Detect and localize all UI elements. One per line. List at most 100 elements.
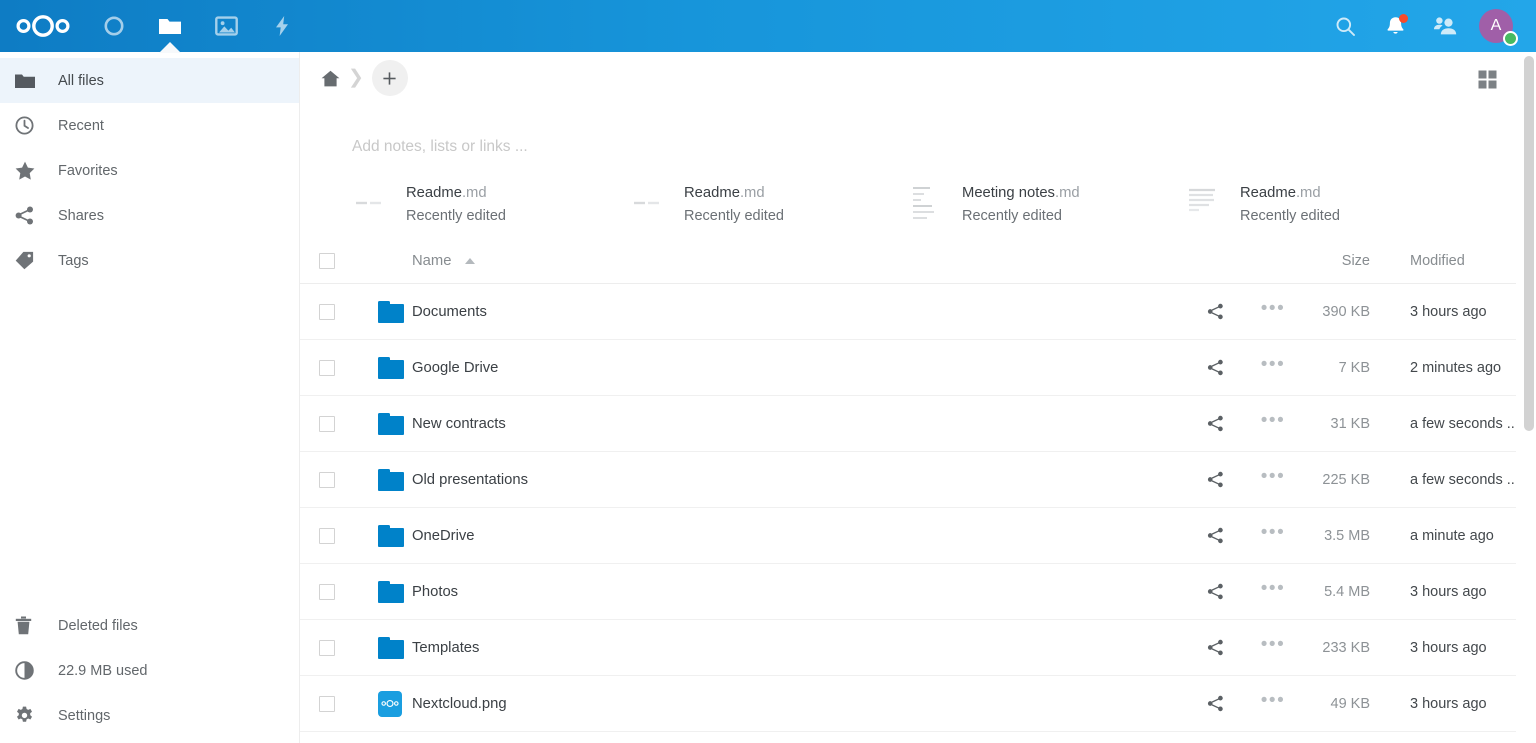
table-row[interactable]: OneDrive ••• 3.5 MB a minute ago — [300, 508, 1516, 564]
row-select-cell — [300, 508, 354, 563]
sidebar-item-favorites[interactable]: Favorites — [0, 148, 299, 193]
breadcrumb-home[interactable] — [314, 60, 346, 96]
folder-icon — [378, 468, 404, 491]
file-modified: a few seconds ... — [1410, 415, 1516, 432]
text-preview-icon — [1186, 184, 1220, 224]
vertical-scrollbar[interactable] — [1521, 52, 1536, 743]
grid-view-toggle[interactable] — [1470, 62, 1504, 96]
scrollbar-thumb[interactable] — [1524, 56, 1534, 431]
recent-file-subtitle: Recently edited — [1240, 208, 1340, 224]
sidebar-item-label: 22.9 MB used — [58, 662, 148, 679]
sidebar-item-quota[interactable]: 22.9 MB used — [0, 648, 299, 693]
row-actions-menu[interactable]: ••• — [1246, 634, 1300, 662]
sidebar-item-recent[interactable]: Recent — [0, 103, 299, 148]
image-thumbnail-icon — [378, 690, 402, 717]
row-actions-menu[interactable]: ••• — [1246, 690, 1300, 718]
sidebar-item-label: All files — [58, 72, 104, 89]
file-name[interactable]: OneDrive — [402, 528, 1184, 544]
file-name[interactable]: Google Drive — [402, 360, 1184, 376]
gear-icon — [15, 706, 45, 725]
file-name[interactable]: Photos — [402, 584, 1184, 600]
table-row[interactable]: Nextcloud.png ••• 49 KB 3 hours ago — [300, 676, 1516, 732]
row-actions-menu[interactable]: ••• — [1246, 410, 1300, 438]
nav-app-photos[interactable] — [198, 0, 254, 52]
row-checkbox[interactable] — [319, 695, 335, 712]
row-checkbox[interactable] — [319, 527, 335, 544]
share-button[interactable] — [1184, 639, 1246, 656]
share-button[interactable] — [1184, 303, 1246, 320]
recent-file-card[interactable]: Readme.md Recently edited — [630, 182, 908, 224]
controls-bar: ❯ — [300, 52, 1516, 104]
row-checkbox[interactable] — [319, 639, 335, 656]
contacts-icon — [1433, 17, 1456, 35]
table-row[interactable]: New contracts ••• 31 KB a few seconds ..… — [300, 396, 1516, 452]
row-checkbox[interactable] — [319, 303, 335, 320]
row-checkbox[interactable] — [319, 583, 335, 600]
nav-app-files[interactable] — [142, 0, 198, 52]
share-icon — [1207, 359, 1223, 376]
share-button[interactable] — [1184, 527, 1246, 544]
table-row[interactable]: Templates ••• 233 KB 3 hours ago — [300, 620, 1516, 676]
table-row[interactable]: Documents ••• 390 KB 3 hours ago — [300, 284, 1516, 340]
share-button[interactable] — [1184, 583, 1246, 600]
trash-icon — [15, 616, 45, 635]
sidebar-item-settings[interactable]: Settings — [0, 693, 299, 738]
folder-icon — [378, 636, 404, 659]
table-row[interactable]: Old presentations ••• 225 KB a few secon… — [300, 452, 1516, 508]
rich-workspace[interactable]: Add notes, lists or links ... — [300, 104, 1516, 176]
table-row[interactable]: Google Drive ••• 7 KB 2 minutes ago — [300, 340, 1516, 396]
nav-app-activity[interactable] — [254, 0, 310, 52]
contacts-button[interactable] — [1420, 0, 1470, 52]
file-modified: 3 hours ago — [1410, 695, 1487, 712]
search-button[interactable] — [1320, 0, 1370, 52]
row-actions-menu[interactable]: ••• — [1246, 298, 1300, 326]
new-file-button[interactable] — [371, 60, 408, 96]
row-actions-menu[interactable]: ••• — [1246, 522, 1300, 550]
share-button[interactable] — [1184, 415, 1246, 432]
folder-icon — [159, 19, 181, 34]
share-button[interactable] — [1184, 359, 1246, 376]
recommended-files-strip: Readme.md Recently edited Readme.md Rece… — [300, 176, 1516, 238]
row-actions-menu[interactable]: ••• — [1246, 466, 1300, 494]
row-select-cell — [300, 396, 354, 451]
sidebar-item-label: Recent — [58, 117, 104, 134]
row-checkbox[interactable] — [319, 415, 335, 432]
sidebar-item-shares[interactable]: Shares — [0, 193, 299, 238]
column-header-size[interactable]: Size — [1300, 253, 1374, 269]
column-header-name[interactable]: Name — [354, 253, 1184, 269]
sidebar: All files Recent Favorites Shares Tags D… — [0, 52, 300, 743]
avatar[interactable]: A — [1470, 0, 1522, 52]
nextcloud-logo[interactable] — [0, 0, 86, 52]
file-name[interactable]: Documents — [402, 304, 1184, 320]
share-button[interactable] — [1184, 695, 1246, 712]
row-actions-menu[interactable]: ••• — [1246, 354, 1300, 382]
recent-file-subtitle: Recently edited — [684, 208, 784, 224]
column-header-modified[interactable]: Modified — [1374, 253, 1516, 269]
sidebar-item-deleted-files[interactable]: Deleted files — [0, 603, 299, 648]
file-modified: a few seconds ... — [1410, 471, 1516, 488]
notifications-button[interactable] — [1370, 0, 1420, 52]
file-name[interactable]: Nextcloud.png — [402, 696, 1184, 712]
folder-icon — [378, 356, 404, 379]
share-button[interactable] — [1184, 471, 1246, 488]
select-all-checkbox[interactable] — [319, 252, 335, 269]
star-icon — [15, 161, 45, 180]
sidebar-item-all-files[interactable]: All files — [0, 58, 299, 103]
file-name[interactable]: Old presentations — [402, 472, 1184, 488]
table-row[interactable]: Photos ••• 5.4 MB 3 hours ago — [300, 564, 1516, 620]
note-placeholder[interactable]: Add notes, lists or links ... — [352, 138, 1516, 156]
breadcrumb-separator: ❯ — [348, 66, 364, 88]
nav-app-dashboard[interactable] — [86, 0, 142, 52]
file-name[interactable]: Templates — [402, 640, 1184, 656]
recent-file-card[interactable]: Meeting notes.md Recently edited — [908, 182, 1186, 224]
file-size: 31 KB — [1330, 415, 1371, 432]
file-name[interactable]: New contracts — [402, 416, 1184, 432]
row-select-cell — [300, 620, 354, 675]
share-icon — [1207, 471, 1223, 488]
row-checkbox[interactable] — [319, 359, 335, 376]
row-actions-menu[interactable]: ••• — [1246, 578, 1300, 606]
recent-file-card[interactable]: Readme.md Recently edited — [1186, 182, 1464, 224]
recent-file-card[interactable]: Readme.md Recently edited — [352, 182, 630, 224]
sidebar-item-tags[interactable]: Tags — [0, 238, 299, 283]
row-checkbox[interactable] — [319, 471, 335, 488]
